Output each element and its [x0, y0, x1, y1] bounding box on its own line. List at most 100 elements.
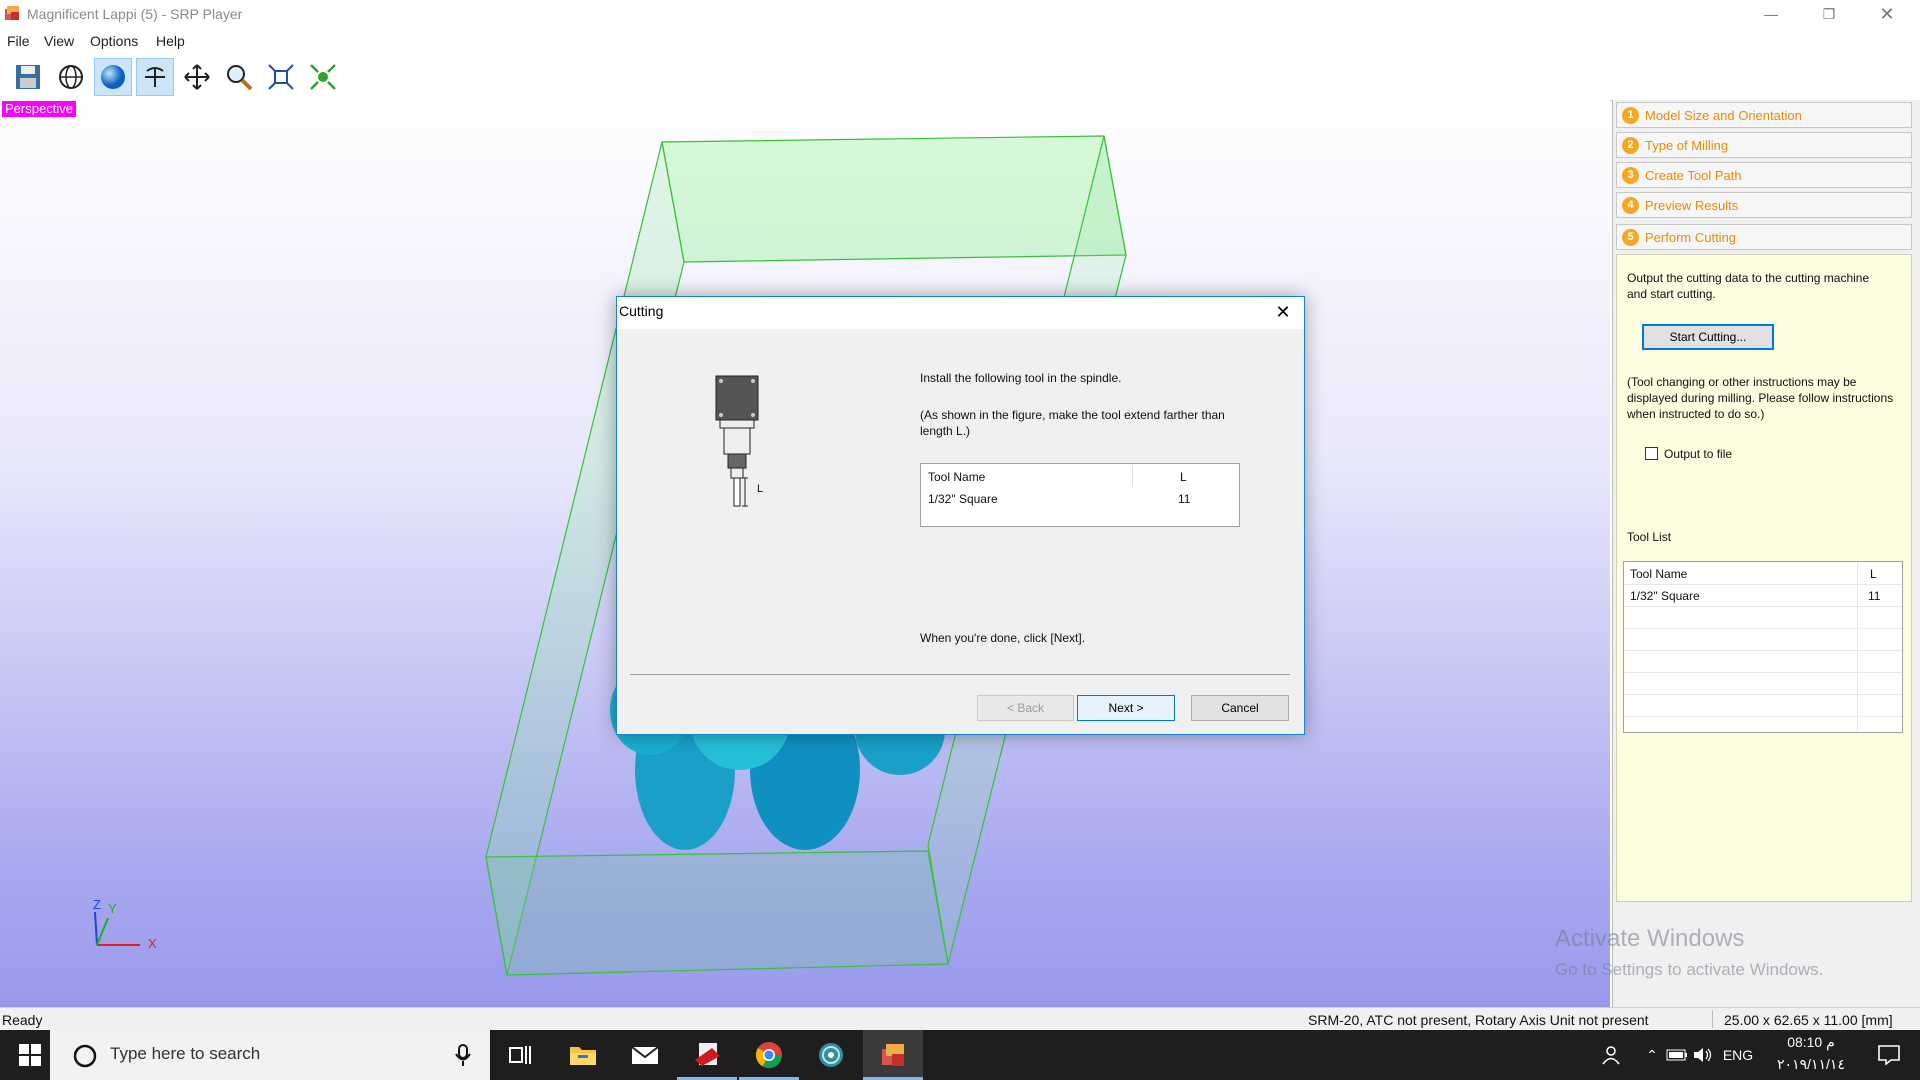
- back-button[interactable]: < Back: [977, 695, 1074, 721]
- search-placeholder: Type here to search: [110, 1044, 261, 1063]
- dialog-title-bar: [617, 297, 1304, 329]
- column-header-tool-name: Tool Name: [928, 470, 986, 484]
- mail-icon[interactable]: [615, 1030, 675, 1080]
- menu-options[interactable]: Options: [90, 33, 138, 49]
- panel-note: (Tool changing or other instructions may…: [1627, 375, 1894, 421]
- rotate-icon[interactable]: [136, 58, 174, 96]
- next-button[interactable]: Next >: [1077, 695, 1175, 721]
- column-divider: [1857, 562, 1858, 732]
- menu-help[interactable]: Help: [156, 33, 185, 49]
- done-instruction: When you're done, click [Next].: [920, 631, 1086, 645]
- tool-list-label: Tool List: [1627, 530, 1672, 544]
- status-machine: SRM-20, ATC not present, Rotary Axis Uni…: [1308, 1012, 1649, 1028]
- axis-x-label: X: [148, 936, 157, 951]
- column-header-l: L: [1870, 567, 1877, 581]
- column-header-tool-name: Tool Name: [1630, 567, 1688, 581]
- tool-length-cell: 11: [1178, 492, 1191, 506]
- cortana-icon: [72, 1043, 98, 1072]
- table-header-row: Tool Name L: [921, 464, 1239, 486]
- app-icon: [4, 4, 22, 22]
- step-label: Type of Milling: [1645, 137, 1729, 153]
- clock-time[interactable]: 08:10 م: [1766, 1034, 1856, 1051]
- step-label: Model Size and Orientation: [1645, 107, 1802, 123]
- battery-icon[interactable]: [1664, 1030, 1690, 1080]
- step-label: Preview Results: [1645, 197, 1739, 213]
- axis-y-label: Y: [108, 901, 117, 916]
- tool-list-table[interactable]: Tool Name L 1/32" Square 11: [1623, 561, 1903, 733]
- volume-icon[interactable]: [1690, 1030, 1716, 1080]
- column-divider: [1132, 466, 1133, 486]
- table-row-empty: [1624, 606, 1902, 629]
- language-indicator[interactable]: ENG: [1718, 1030, 1758, 1080]
- tool-name-cell: 1/32" Square: [928, 492, 998, 506]
- view-mode-label: Perspective: [2, 101, 76, 117]
- microphone-icon[interactable]: [455, 1043, 471, 1070]
- window-title: Magnificent Lappi (5) - SRP Player: [27, 6, 243, 22]
- axis-z-label: Z: [93, 897, 101, 912]
- clock-date[interactable]: ٢٠١٩/١١/١٤: [1766, 1056, 1856, 1073]
- step-model-size[interactable]: 1 Model Size and Orientation: [1616, 102, 1912, 128]
- menu-file[interactable]: File: [7, 33, 30, 49]
- step-number: 4: [1622, 196, 1639, 214]
- menu-view[interactable]: View: [44, 33, 74, 49]
- table-row-empty: [1624, 672, 1902, 695]
- close-window-button[interactable]: ✕: [1864, 0, 1910, 30]
- dialog-title: Cutting: [619, 303, 664, 319]
- activation-watermark-subtitle: Go to Settings to activate Windows.: [1555, 960, 1824, 979]
- step-preview-results[interactable]: 4 Preview Results: [1616, 192, 1912, 218]
- srp-player-taskbar-icon[interactable]: [863, 1030, 923, 1080]
- table-header-row: Tool Name L: [1624, 562, 1902, 585]
- globe-icon[interactable]: [52, 58, 90, 96]
- fit-icon[interactable]: [262, 58, 300, 96]
- column-header-l: L: [1180, 470, 1187, 484]
- activation-watermark-title: Activate Windows: [1555, 925, 1745, 952]
- app-circle-icon[interactable]: [801, 1030, 861, 1080]
- task-view-icon[interactable]: [490, 1030, 550, 1080]
- status-model-size: 25.00 x 62.65 x 11.00 [mm]: [1724, 1012, 1893, 1028]
- table-row-empty: [1624, 650, 1902, 673]
- figure-length-label: L: [757, 483, 764, 495]
- restore-button[interactable]: ❐: [1806, 0, 1852, 30]
- cancel-button[interactable]: Cancel: [1191, 695, 1289, 721]
- table-row[interactable]: 1/32" Square 11: [1624, 584, 1902, 607]
- step-perform-cutting[interactable]: 5 Perform Cutting: [1616, 224, 1912, 250]
- people-icon[interactable]: [1596, 1030, 1626, 1080]
- table-row-empty: [1624, 628, 1902, 651]
- length-hint: (As shown in the figure, make the tool e…: [920, 408, 1225, 438]
- status-ready: Ready: [2, 1012, 43, 1028]
- status-divider: [1712, 1010, 1713, 1028]
- step-type-of-milling[interactable]: 2 Type of Milling: [1616, 132, 1912, 158]
- step-label: Perform Cutting: [1645, 229, 1737, 245]
- start-cutting-button[interactable]: Start Cutting...: [1642, 324, 1774, 350]
- sphere-icon[interactable]: [94, 58, 132, 96]
- menu-bar: [0, 30, 1920, 52]
- title-bar: [0, 0, 1920, 30]
- chevron-up-icon[interactable]: ⌃: [1640, 1030, 1664, 1080]
- step-number: 3: [1622, 166, 1639, 184]
- step-label: Create Tool Path: [1645, 167, 1742, 183]
- move-icon[interactable]: [178, 58, 216, 96]
- center-icon[interactable]: [304, 58, 342, 96]
- step-number: 1: [1622, 106, 1639, 124]
- minimize-button[interactable]: —: [1748, 0, 1794, 30]
- chrome-icon[interactable]: [739, 1030, 799, 1080]
- table-row: 1/32" Square 11: [921, 486, 1239, 508]
- table-row-empty: [1624, 694, 1902, 717]
- notifications-icon[interactable]: [1866, 1030, 1912, 1080]
- step-number: 5: [1622, 228, 1639, 246]
- panel-description: Output the cutting data to the cutting m…: [1627, 271, 1870, 301]
- zoom-icon[interactable]: [220, 58, 258, 96]
- file-explorer-icon[interactable]: [553, 1030, 613, 1080]
- save-icon[interactable]: [9, 58, 47, 96]
- install-instruction: Install the following tool in the spindl…: [920, 371, 1122, 385]
- tool-name-cell: 1/32" Square: [1630, 589, 1700, 603]
- output-to-file-label: Output to file: [1664, 447, 1733, 461]
- step-number: 2: [1622, 136, 1639, 154]
- tool-length-cell: 11: [1868, 589, 1881, 603]
- step-create-tool-path[interactable]: 3 Create Tool Path: [1616, 162, 1912, 188]
- output-to-file-checkbox[interactable]: [1645, 447, 1658, 460]
- dialog-close-button[interactable]: ✕: [1270, 300, 1296, 324]
- dialog-separator: [630, 674, 1290, 675]
- dialog-tool-table: Tool Name L 1/32" Square 11: [920, 463, 1240, 527]
- acrobat-icon[interactable]: [677, 1030, 737, 1080]
